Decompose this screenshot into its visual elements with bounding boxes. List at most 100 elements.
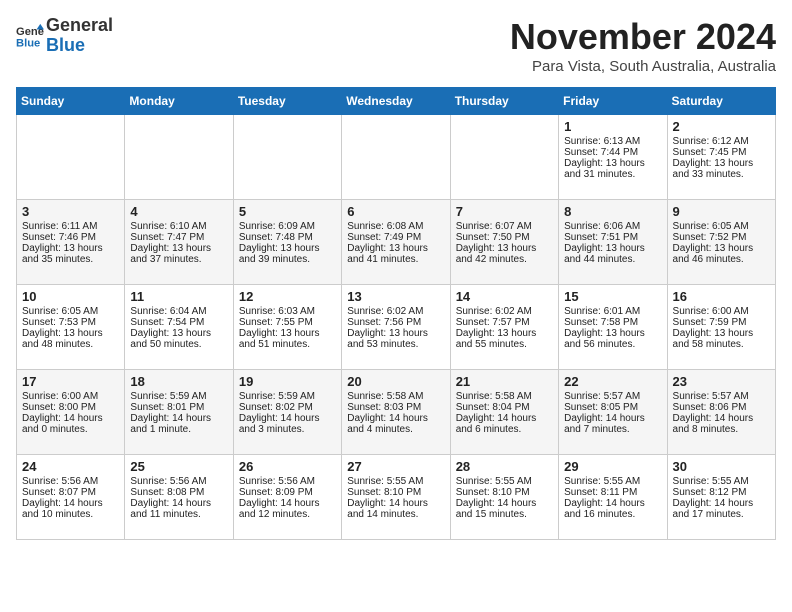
day-cell	[342, 115, 450, 200]
day-detail: Sunset: 8:03 PM	[347, 402, 444, 413]
day-detail: Daylight: 13 hours	[130, 328, 227, 339]
day-detail: Daylight: 13 hours	[564, 158, 661, 169]
day-number: 12	[239, 289, 336, 304]
day-detail: and 33 minutes.	[673, 169, 770, 180]
day-detail: and 53 minutes.	[347, 339, 444, 350]
day-cell: 19Sunrise: 5:59 AMSunset: 8:02 PMDayligh…	[233, 370, 341, 455]
day-detail: Sunrise: 5:56 AM	[130, 476, 227, 487]
header-day-wednesday: Wednesday	[342, 88, 450, 115]
day-number: 28	[456, 459, 553, 474]
svg-text:Blue: Blue	[16, 37, 40, 49]
day-detail: and 46 minutes.	[673, 254, 770, 265]
day-detail: Sunset: 7:49 PM	[347, 232, 444, 243]
day-detail: and 7 minutes.	[564, 424, 661, 435]
logo-text: General Blue	[46, 16, 113, 56]
day-detail: Sunset: 8:07 PM	[22, 487, 119, 498]
day-detail: Daylight: 13 hours	[456, 243, 553, 254]
day-detail: Daylight: 13 hours	[239, 328, 336, 339]
day-detail: Daylight: 14 hours	[673, 413, 770, 424]
day-detail: Sunrise: 6:05 AM	[22, 306, 119, 317]
day-detail: and 3 minutes.	[239, 424, 336, 435]
day-detail: Sunrise: 5:56 AM	[22, 476, 119, 487]
week-row-3: 10Sunrise: 6:05 AMSunset: 7:53 PMDayligh…	[17, 285, 776, 370]
day-detail: Daylight: 13 hours	[673, 243, 770, 254]
day-detail: Daylight: 14 hours	[130, 498, 227, 509]
day-cell: 6Sunrise: 6:08 AMSunset: 7:49 PMDaylight…	[342, 200, 450, 285]
day-detail: Sunset: 7:46 PM	[22, 232, 119, 243]
day-detail: Sunrise: 5:59 AM	[239, 391, 336, 402]
day-detail: Sunset: 8:05 PM	[564, 402, 661, 413]
day-detail: Daylight: 14 hours	[347, 413, 444, 424]
day-detail: Sunset: 8:00 PM	[22, 402, 119, 413]
day-detail: Sunset: 8:12 PM	[673, 487, 770, 498]
day-detail: Sunrise: 5:55 AM	[347, 476, 444, 487]
day-cell: 22Sunrise: 5:57 AMSunset: 8:05 PMDayligh…	[559, 370, 667, 455]
day-detail: and 14 minutes.	[347, 509, 444, 520]
day-detail: and 35 minutes.	[22, 254, 119, 265]
day-detail: Sunset: 7:53 PM	[22, 317, 119, 328]
day-detail: Sunset: 7:55 PM	[239, 317, 336, 328]
day-detail: Sunrise: 6:08 AM	[347, 221, 444, 232]
week-row-2: 3Sunrise: 6:11 AMSunset: 7:46 PMDaylight…	[17, 200, 776, 285]
day-detail: Sunrise: 6:13 AM	[564, 136, 661, 147]
day-cell: 30Sunrise: 5:55 AMSunset: 8:12 PMDayligh…	[667, 455, 775, 540]
day-detail: Sunrise: 5:55 AM	[564, 476, 661, 487]
week-row-5: 24Sunrise: 5:56 AMSunset: 8:07 PMDayligh…	[17, 455, 776, 540]
day-cell: 26Sunrise: 5:56 AMSunset: 8:09 PMDayligh…	[233, 455, 341, 540]
day-detail: Sunrise: 5:56 AM	[239, 476, 336, 487]
day-number: 30	[673, 459, 770, 474]
day-cell: 4Sunrise: 6:10 AMSunset: 7:47 PMDaylight…	[125, 200, 233, 285]
day-detail: Sunset: 8:09 PM	[239, 487, 336, 498]
day-detail: Sunset: 7:52 PM	[673, 232, 770, 243]
day-detail: Sunrise: 5:55 AM	[456, 476, 553, 487]
day-detail: and 44 minutes.	[564, 254, 661, 265]
header-day-thursday: Thursday	[450, 88, 558, 115]
day-number: 3	[22, 204, 119, 219]
day-number: 7	[456, 204, 553, 219]
day-number: 16	[673, 289, 770, 304]
day-detail: Sunset: 8:10 PM	[347, 487, 444, 498]
day-cell: 29Sunrise: 5:55 AMSunset: 8:11 PMDayligh…	[559, 455, 667, 540]
calendar-table: SundayMondayTuesdayWednesdayThursdayFrid…	[16, 87, 776, 540]
day-detail: Daylight: 13 hours	[22, 328, 119, 339]
day-cell: 14Sunrise: 6:02 AMSunset: 7:57 PMDayligh…	[450, 285, 558, 370]
day-detail: and 37 minutes.	[130, 254, 227, 265]
day-detail: Daylight: 14 hours	[564, 498, 661, 509]
day-number: 26	[239, 459, 336, 474]
day-detail: and 16 minutes.	[564, 509, 661, 520]
day-detail: and 0 minutes.	[22, 424, 119, 435]
day-number: 19	[239, 374, 336, 389]
day-detail: Sunset: 7:58 PM	[564, 317, 661, 328]
day-detail: Daylight: 13 hours	[564, 243, 661, 254]
day-cell: 18Sunrise: 5:59 AMSunset: 8:01 PMDayligh…	[125, 370, 233, 455]
logo: General Blue General Blue	[16, 16, 113, 56]
day-detail: and 11 minutes.	[130, 509, 227, 520]
day-cell: 17Sunrise: 6:00 AMSunset: 8:00 PMDayligh…	[17, 370, 125, 455]
day-cell: 13Sunrise: 6:02 AMSunset: 7:56 PMDayligh…	[342, 285, 450, 370]
day-detail: and 50 minutes.	[130, 339, 227, 350]
day-cell: 3Sunrise: 6:11 AMSunset: 7:46 PMDaylight…	[17, 200, 125, 285]
location: Para Vista, South Australia, Australia	[510, 58, 776, 75]
day-cell	[450, 115, 558, 200]
month-title: November 2024	[510, 16, 776, 58]
day-cell: 16Sunrise: 6:00 AMSunset: 7:59 PMDayligh…	[667, 285, 775, 370]
day-detail: Sunrise: 6:00 AM	[22, 391, 119, 402]
day-number: 29	[564, 459, 661, 474]
day-detail: and 48 minutes.	[22, 339, 119, 350]
header-row: SundayMondayTuesdayWednesdayThursdayFrid…	[17, 88, 776, 115]
day-detail: Sunrise: 6:05 AM	[673, 221, 770, 232]
day-detail: and 39 minutes.	[239, 254, 336, 265]
day-detail: Sunset: 8:06 PM	[673, 402, 770, 413]
day-detail: and 31 minutes.	[564, 169, 661, 180]
day-detail: Daylight: 14 hours	[456, 498, 553, 509]
day-cell: 11Sunrise: 6:04 AMSunset: 7:54 PMDayligh…	[125, 285, 233, 370]
day-detail: Daylight: 13 hours	[564, 328, 661, 339]
day-detail: and 56 minutes.	[564, 339, 661, 350]
day-number: 4	[130, 204, 227, 219]
day-number: 24	[22, 459, 119, 474]
week-row-1: 1Sunrise: 6:13 AMSunset: 7:44 PMDaylight…	[17, 115, 776, 200]
day-detail: Sunrise: 5:58 AM	[456, 391, 553, 402]
day-detail: Daylight: 14 hours	[456, 413, 553, 424]
day-cell: 20Sunrise: 5:58 AMSunset: 8:03 PMDayligh…	[342, 370, 450, 455]
day-detail: Sunrise: 6:04 AM	[130, 306, 227, 317]
